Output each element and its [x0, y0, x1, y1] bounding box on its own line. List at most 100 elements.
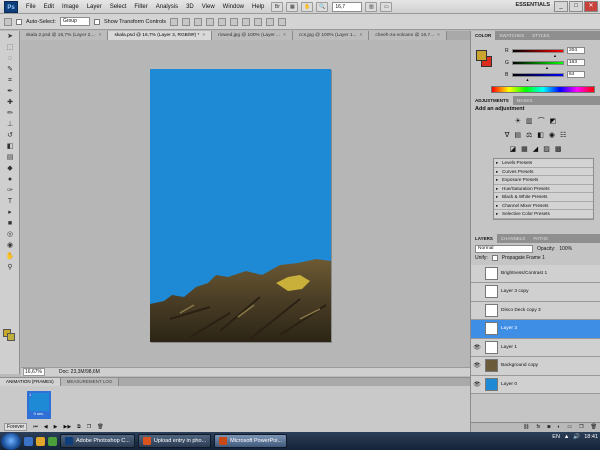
menu-filter[interactable]: Filter	[130, 0, 151, 14]
first-frame-icon[interactable]: ⏮	[33, 424, 38, 430]
slider-handle-icon[interactable]: ▲	[553, 53, 557, 58]
curves-presets[interactable]: Curves Presets	[494, 168, 593, 176]
auto-select-checkbox[interactable]	[16, 18, 22, 25]
delete-layer-icon[interactable]: 🗑	[591, 423, 597, 432]
tab-adjustments[interactable]: ADJUSTMENTS	[471, 96, 513, 105]
exposure-presets[interactable]: Exposure Presets	[494, 176, 593, 185]
explorer-quicklaunch-icon[interactable]	[36, 436, 45, 446]
dodge-tool-icon[interactable]: ●	[3, 175, 17, 185]
menu-edit[interactable]: Edit	[40, 0, 58, 14]
propagate-frame-checkbox[interactable]	[491, 255, 498, 261]
curves-icon[interactable]: ⌒	[538, 116, 545, 126]
invert-icon[interactable]: ◪	[510, 145, 517, 153]
arrange-documents-icon[interactable]: ▥	[365, 1, 378, 12]
workspace-switcher[interactable]: ESSENTIALS	[515, 2, 550, 8]
tab-masks[interactable]: MASKS	[513, 96, 537, 105]
eraser-tool-icon[interactable]: ◧	[3, 142, 17, 152]
red-slider[interactable]: ▲	[512, 48, 564, 58]
layer-row[interactable]: 👁 Background copy	[471, 357, 600, 376]
status-zoom-field[interactable]: 16,67%	[23, 368, 45, 376]
tab-animation-frames[interactable]: ANIMATION (FRAMES)	[0, 378, 61, 386]
posterize-icon[interactable]: ▦	[521, 145, 528, 153]
taskbar-task[interactable]: Adobe Photoshop C...	[60, 434, 135, 448]
tab-measurement-log[interactable]: MEASUREMENT LOG	[60, 378, 120, 386]
layer-row[interactable]: 👁 Layer 0	[471, 375, 600, 394]
move-tool-icon[interactable]: ➤	[3, 32, 17, 42]
mini-bridge-icon[interactable]: ▦	[286, 1, 299, 12]
lasso-tool-icon[interactable]: ◌	[3, 54, 17, 64]
play-icon[interactable]: ▶	[54, 424, 58, 430]
align-right-icon[interactable]	[230, 17, 239, 26]
taskbar-task[interactable]: Upload entry in pho...	[137, 434, 212, 448]
align-hcenter-icon[interactable]	[218, 17, 227, 26]
exposure-icon[interactable]: ◩	[550, 117, 557, 125]
clone-stamp-tool-icon[interactable]: ⊥	[3, 120, 17, 130]
color-balance-icon[interactable]: ⚖	[526, 131, 532, 139]
levels-presets[interactable]: Levels Presets	[494, 159, 593, 168]
blue-value[interactable]: 64	[567, 71, 585, 78]
tab-skala-2[interactable]: skala 2.psd @ 16,7% (Layer 2,... ×	[20, 31, 109, 40]
language-indicator[interactable]: EN	[552, 434, 560, 440]
distribute-bottom-icon[interactable]	[266, 17, 275, 26]
path-selection-tool-icon[interactable]: ▸	[3, 208, 17, 218]
3d-orbit-tool-icon[interactable]: ◉	[3, 241, 17, 251]
distribute-top-icon[interactable]	[242, 17, 251, 26]
gradient-map-icon[interactable]: ▨	[543, 145, 550, 153]
menu-view[interactable]: View	[198, 0, 219, 14]
tab-paths[interactable]: PATHS	[529, 234, 551, 243]
menu-file[interactable]: File	[22, 0, 40, 14]
auto-select-dropdown[interactable]: Group	[59, 17, 90, 26]
tab-channels[interactable]: CHANNELS	[497, 234, 530, 243]
document-canvas[interactable]	[150, 69, 331, 342]
network-icon[interactable]: ▲	[564, 434, 569, 440]
zoom-tool-icon[interactable]: ⚲	[3, 263, 17, 273]
threshold-icon[interactable]: ◢	[533, 145, 538, 153]
prev-frame-icon[interactable]: ◀	[44, 424, 48, 430]
new-group-icon[interactable]: ▭	[567, 423, 572, 432]
zoom-tool-icon[interactable]: 🔍	[316, 1, 329, 12]
brightness-icon[interactable]: ☀	[515, 117, 521, 125]
quick-select-tool-icon[interactable]: ✎	[3, 65, 17, 75]
tab-layers[interactable]: LAYERS	[471, 233, 497, 243]
layer-row[interactable]: Layer 3	[471, 320, 600, 339]
tab-color[interactable]: COLOR	[471, 31, 496, 40]
show-transform-checkbox[interactable]	[93, 18, 100, 25]
tab-skala[interactable]: skala.psd @ 16,7% (Layer 3, RGB/8#) * ×	[108, 31, 213, 40]
layer-row[interactable]: 👁 Layer 1	[471, 338, 600, 357]
tween-icon[interactable]: ⧉	[77, 424, 81, 430]
frame-delay[interactable]: 0 sec.	[29, 411, 49, 417]
tab-styles[interactable]: STYLES	[528, 31, 553, 40]
ie-quicklaunch-icon[interactable]	[24, 436, 33, 446]
tab-cheeh-za-volcano[interactable]: cheeh-za-volcano @ 16,7... ×	[369, 31, 447, 40]
layer-row[interactable]: Brightness/Contrast 1	[471, 264, 600, 283]
menu-layer[interactable]: Layer	[83, 0, 106, 14]
menu-window[interactable]: Window	[219, 0, 248, 14]
link-layers-icon[interactable]: ⛓	[523, 423, 529, 432]
visibility-eye-icon[interactable]: 👁	[471, 381, 483, 388]
layer-style-icon[interactable]: fx	[536, 423, 540, 432]
next-frame-icon[interactable]: ▶▶	[63, 424, 71, 430]
align-vcenter-icon[interactable]	[182, 17, 191, 26]
bridge-icon[interactable]: Br	[271, 1, 284, 12]
marquee-tool-icon[interactable]: ⬚	[3, 43, 17, 53]
selective-color-presets[interactable]: Selective Color Presets	[494, 210, 593, 219]
tab-riowed[interactable]: riowed.jpg @ 100% (Layer ... ×	[212, 31, 293, 40]
3d-rotate-tool-icon[interactable]: ◎	[3, 230, 17, 240]
black-white-presets[interactable]: Black & White Presets	[494, 193, 593, 202]
close-tab-icon[interactable]: ×	[202, 33, 205, 38]
align-left-icon[interactable]	[206, 17, 215, 26]
align-bottom-icon[interactable]	[194, 17, 203, 26]
brush-tool-icon[interactable]: ✏	[3, 109, 17, 119]
channel-mixer-icon[interactable]: ☷	[560, 131, 566, 139]
blur-tool-icon[interactable]: ◆	[3, 164, 17, 174]
crop-tool-icon[interactable]: ⌗	[3, 76, 17, 86]
green-slider[interactable]: ▲	[512, 60, 564, 70]
zoom-level-field[interactable]: 16,7	[332, 1, 363, 12]
duplicate-frame-icon[interactable]: ❐	[87, 424, 91, 430]
media-quicklaunch-icon[interactable]	[48, 436, 57, 446]
blend-mode-dropdown[interactable]: Normal	[475, 245, 533, 253]
opacity-value[interactable]: 100%	[559, 246, 572, 252]
tab-ccs[interactable]: ccs.jpg @ 100% (Layer 1... ×	[292, 31, 370, 40]
menu-analysis[interactable]: Analysis	[152, 0, 182, 14]
hue-saturation-icon[interactable]: ▤	[514, 131, 521, 139]
